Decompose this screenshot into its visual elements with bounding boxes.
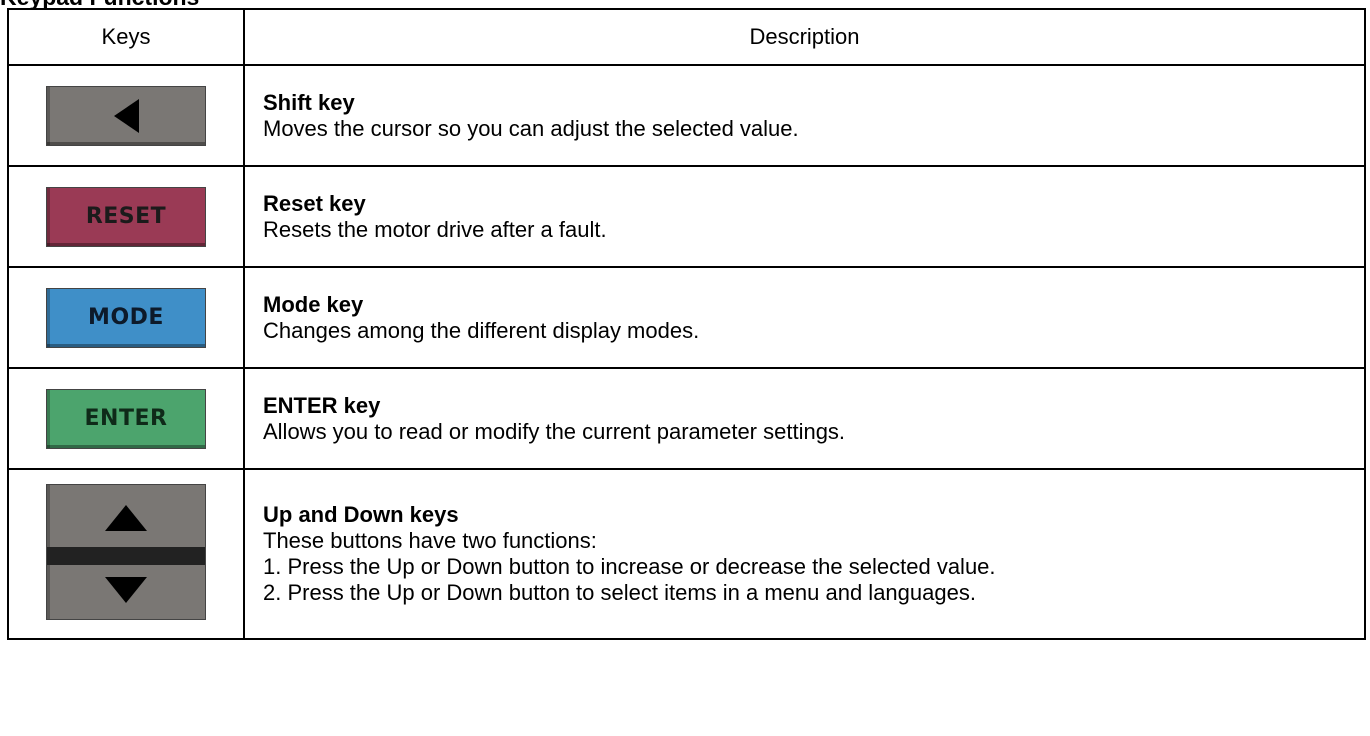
column-header-keys: Keys — [7, 8, 245, 66]
keypad-functions-page: Keypad Functions Keys Description — [0, 0, 1370, 736]
description-text: Resets the motor drive after a fault. — [263, 216, 607, 242]
enter-key-button: ENTER — [46, 388, 206, 449]
table-row: Up and Down keys These buttons have two … — [7, 468, 1366, 640]
enter-key-label: ENTER — [84, 406, 168, 431]
reset-key-label: RESET — [85, 204, 167, 229]
table-row: RESET Reset key Resets the motor drive a… — [7, 165, 1366, 268]
key-cell: MODE — [7, 266, 245, 369]
mode-key-label: MODE — [88, 305, 164, 330]
keypad-functions-table: Keys Description Shift key Moves the cur… — [7, 8, 1366, 640]
column-header-description: Description — [243, 8, 1366, 66]
table-row: Shift key Moves the cursor so you can ad… — [7, 64, 1366, 167]
key-cell: RESET — [7, 165, 245, 268]
description-cell: Shift key Moves the cursor so you can ad… — [243, 64, 1366, 167]
description-cell: ENTER key Allows you to read or modify t… — [243, 367, 1366, 470]
description-cell: Up and Down keys These buttons have two … — [243, 468, 1366, 640]
up-down-keys-button — [46, 483, 206, 620]
description-title: Mode key — [263, 291, 364, 317]
mode-key-button: MODE — [46, 287, 206, 348]
table-header-row: Keys Description — [7, 8, 1366, 66]
table-row: ENTER ENTER key Allows you to read or mo… — [7, 367, 1366, 470]
key-cell — [7, 64, 245, 167]
description-text: 1. Press the Up or Down button to increa… — [263, 554, 996, 579]
shift-key-button — [46, 85, 206, 146]
reset-key-button: RESET — [46, 186, 206, 247]
description-title: Reset key — [263, 190, 366, 216]
description-text: 2. Press the Up or Down button to select… — [263, 580, 976, 605]
description-title: ENTER key — [263, 392, 381, 418]
description-cell: Mode key Changes among the different dis… — [243, 266, 1366, 369]
up-arrow-icon — [105, 504, 147, 531]
description-title: Up and Down keys — [263, 502, 459, 527]
description-text: These buttons have two functions: — [263, 528, 597, 553]
key-divider — [47, 546, 205, 565]
description-text: Allows you to read or modify the current… — [263, 418, 846, 444]
left-arrow-icon — [114, 98, 139, 133]
description-text: Moves the cursor so you can adjust the s… — [263, 115, 799, 141]
description-title: Shift key — [263, 89, 355, 115]
key-cell: ENTER — [7, 367, 245, 470]
description-text: Changes among the different display mode… — [263, 317, 700, 343]
down-arrow-icon — [105, 576, 147, 603]
description-cell: Reset key Resets the motor drive after a… — [243, 165, 1366, 268]
table-row: MODE Mode key Changes among the differen… — [7, 266, 1366, 369]
key-cell — [7, 468, 245, 640]
